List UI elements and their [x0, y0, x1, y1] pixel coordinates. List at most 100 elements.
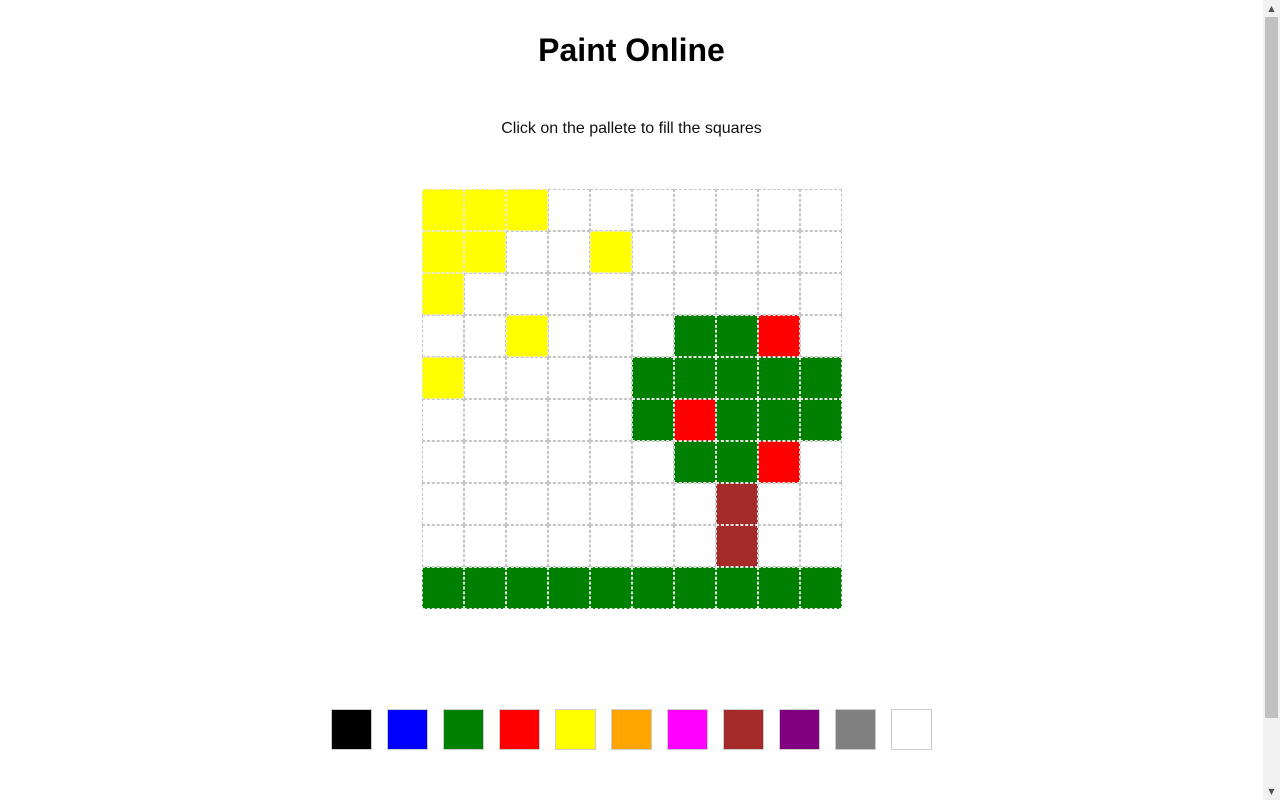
grid-cell[interactable]: [422, 189, 464, 231]
grid-cell[interactable]: [548, 567, 590, 609]
grid-cell[interactable]: [464, 399, 506, 441]
grid-cell[interactable]: [422, 357, 464, 399]
grid-cell[interactable]: [716, 399, 758, 441]
palette-swatch-green[interactable]: [443, 709, 484, 750]
grid-cell[interactable]: [590, 357, 632, 399]
scrollbar-thumb[interactable]: [1265, 17, 1278, 718]
scroll-up-arrow-icon[interactable]: ▲: [1263, 0, 1280, 17]
grid-cell[interactable]: [506, 483, 548, 525]
grid-cell[interactable]: [758, 315, 800, 357]
grid-cell[interactable]: [548, 315, 590, 357]
grid-cell[interactable]: [632, 525, 674, 567]
grid-cell[interactable]: [464, 273, 506, 315]
grid-cell[interactable]: [548, 189, 590, 231]
grid-cell[interactable]: [464, 483, 506, 525]
grid-cell[interactable]: [632, 441, 674, 483]
palette-swatch-white[interactable]: [891, 709, 932, 750]
grid-cell[interactable]: [506, 357, 548, 399]
palette-swatch-red[interactable]: [499, 709, 540, 750]
grid-cell[interactable]: [800, 315, 842, 357]
grid-cell[interactable]: [716, 525, 758, 567]
grid-cell[interactable]: [548, 525, 590, 567]
grid-cell[interactable]: [758, 189, 800, 231]
grid-cell[interactable]: [590, 525, 632, 567]
grid-cell[interactable]: [800, 483, 842, 525]
grid-cell[interactable]: [548, 357, 590, 399]
grid-cell[interactable]: [674, 567, 716, 609]
grid-cell[interactable]: [674, 273, 716, 315]
grid-cell[interactable]: [632, 231, 674, 273]
grid-cell[interactable]: [548, 483, 590, 525]
vertical-scrollbar[interactable]: ▲ ▼: [1263, 0, 1280, 800]
grid-cell[interactable]: [464, 315, 506, 357]
grid-cell[interactable]: [548, 441, 590, 483]
grid-cell[interactable]: [716, 189, 758, 231]
palette-swatch-magenta[interactable]: [667, 709, 708, 750]
grid-cell[interactable]: [506, 399, 548, 441]
palette-swatch-blue[interactable]: [387, 709, 428, 750]
palette-swatch-black[interactable]: [331, 709, 372, 750]
grid-cell[interactable]: [464, 231, 506, 273]
grid-cell[interactable]: [800, 441, 842, 483]
grid-cell[interactable]: [800, 399, 842, 441]
grid-cell[interactable]: [716, 231, 758, 273]
grid-cell[interactable]: [632, 567, 674, 609]
grid-cell[interactable]: [758, 483, 800, 525]
grid-cell[interactable]: [632, 315, 674, 357]
grid-cell[interactable]: [422, 231, 464, 273]
grid-cell[interactable]: [674, 399, 716, 441]
grid-cell[interactable]: [758, 231, 800, 273]
grid-cell[interactable]: [674, 315, 716, 357]
grid-cell[interactable]: [506, 315, 548, 357]
grid-cell[interactable]: [800, 525, 842, 567]
grid-cell[interactable]: [548, 399, 590, 441]
grid-cell[interactable]: [506, 189, 548, 231]
grid-cell[interactable]: [674, 483, 716, 525]
grid-cell[interactable]: [800, 357, 842, 399]
grid-cell[interactable]: [464, 189, 506, 231]
grid-cell[interactable]: [590, 399, 632, 441]
grid-cell[interactable]: [800, 231, 842, 273]
grid-cell[interactable]: [422, 273, 464, 315]
grid-cell[interactable]: [464, 525, 506, 567]
grid-cell[interactable]: [422, 567, 464, 609]
grid-cell[interactable]: [800, 189, 842, 231]
grid-cell[interactable]: [674, 189, 716, 231]
grid-cell[interactable]: [422, 525, 464, 567]
grid-cell[interactable]: [758, 441, 800, 483]
grid-cell[interactable]: [716, 273, 758, 315]
grid-cell[interactable]: [506, 567, 548, 609]
grid-cell[interactable]: [632, 273, 674, 315]
scroll-down-arrow-icon[interactable]: ▼: [1263, 783, 1280, 800]
grid-cell[interactable]: [758, 273, 800, 315]
palette-swatch-purple[interactable]: [779, 709, 820, 750]
grid-cell[interactable]: [464, 441, 506, 483]
grid-cell[interactable]: [632, 483, 674, 525]
grid-cell[interactable]: [674, 357, 716, 399]
grid-cell[interactable]: [716, 441, 758, 483]
grid-cell[interactable]: [800, 567, 842, 609]
grid-cell[interactable]: [716, 315, 758, 357]
grid-cell[interactable]: [590, 273, 632, 315]
grid-cell[interactable]: [674, 525, 716, 567]
grid-cell[interactable]: [464, 357, 506, 399]
grid-cell[interactable]: [758, 399, 800, 441]
grid-cell[interactable]: [674, 441, 716, 483]
grid-cell[interactable]: [548, 231, 590, 273]
grid-cell[interactable]: [590, 483, 632, 525]
grid-cell[interactable]: [464, 567, 506, 609]
grid-cell[interactable]: [422, 399, 464, 441]
grid-cell[interactable]: [506, 273, 548, 315]
grid-cell[interactable]: [506, 441, 548, 483]
palette-swatch-orange[interactable]: [611, 709, 652, 750]
grid-cell[interactable]: [674, 231, 716, 273]
grid-cell[interactable]: [590, 189, 632, 231]
grid-cell[interactable]: [716, 357, 758, 399]
grid-cell[interactable]: [422, 315, 464, 357]
grid-cell[interactable]: [758, 567, 800, 609]
grid-cell[interactable]: [506, 231, 548, 273]
palette-swatch-gray[interactable]: [835, 709, 876, 750]
grid-cell[interactable]: [632, 189, 674, 231]
grid-cell[interactable]: [422, 483, 464, 525]
grid-cell[interactable]: [632, 357, 674, 399]
